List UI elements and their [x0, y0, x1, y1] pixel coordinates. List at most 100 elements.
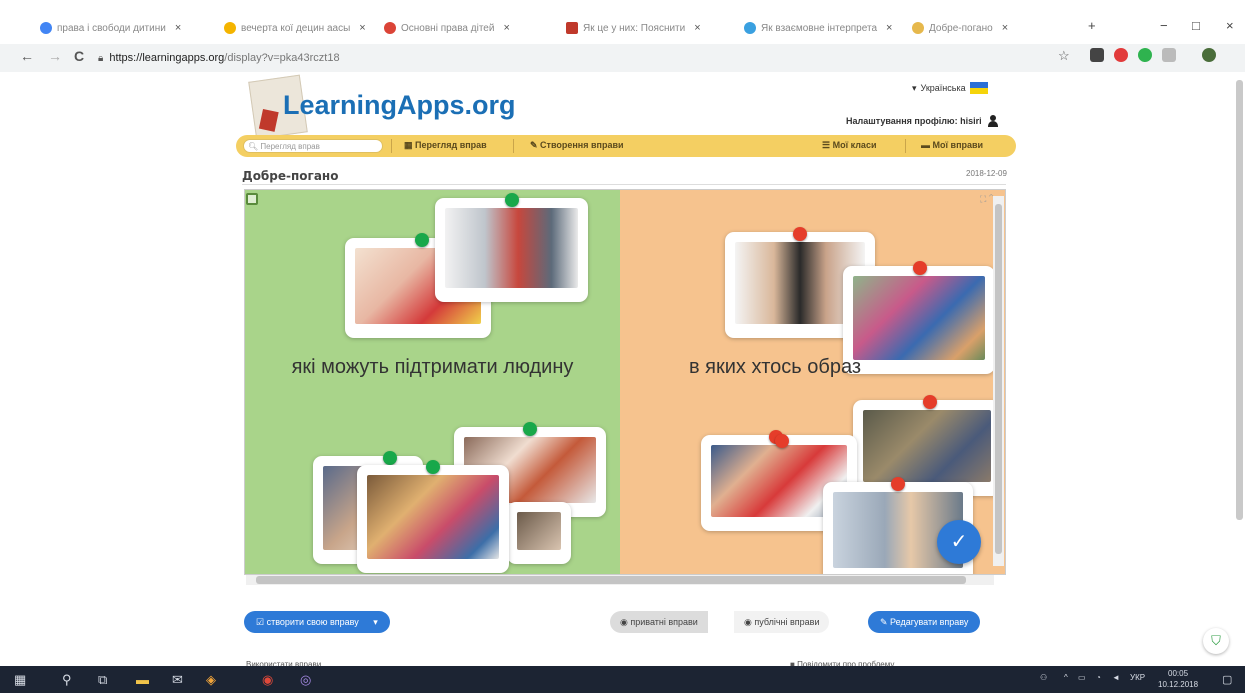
search-input[interactable]: 🔍︎ Перегляд вправ [243, 139, 383, 153]
browser-tab[interactable]: вечерта кої децин аасы × [224, 16, 372, 40]
battery-icon[interactable]: ▭ [1078, 673, 1086, 682]
viber-icon[interactable]: ◎ [300, 672, 311, 688]
shield-icon[interactable]: ⛉ [1203, 628, 1229, 654]
close-icon[interactable]: × [1002, 22, 1008, 34]
private-apps-button[interactable]: ◉ приватні вправи [610, 611, 708, 633]
photo [445, 208, 578, 288]
browser-tab[interactable]: Як це у них: Пояснити × [566, 16, 736, 40]
browser-tab[interactable]: Як взаємовне інтерпрета × [744, 16, 900, 40]
user-icon [987, 115, 998, 127]
minimize-button[interactable]: − [1160, 18, 1168, 33]
browser-tab-bar: права і свободи дитини × вечерта кої деци… [0, 0, 1245, 44]
profile-label: Налаштування профілю: hisiri [846, 116, 982, 126]
public-apps-button[interactable]: ◉ публічні вправи [734, 611, 830, 633]
browser-tab[interactable]: Основні права дітей × [384, 16, 548, 40]
url-field[interactable]: 🔒︎ https://learningapps.org/display?v=pk… [98, 48, 1098, 68]
browser-tab-active[interactable]: Добре-погано × [912, 16, 1072, 40]
check-icon: ✓ [950, 531, 968, 553]
nav-browse-apps[interactable]: ▦ Перегляд вправ [404, 140, 487, 151]
app-icon[interactable]: ◈ [206, 672, 216, 688]
site-icon [224, 22, 236, 34]
nav-label: Мої класи [832, 140, 877, 150]
nav-label: Створення вправи [540, 140, 624, 150]
forward-button[interactable]: → [48, 48, 62, 64]
button-label: створити свою вправу [266, 617, 359, 627]
photo [517, 512, 561, 550]
pin [923, 395, 937, 409]
button-label: Редагувати вправу [890, 617, 969, 627]
extension-icon[interactable] [1114, 48, 1128, 62]
profile-avatar[interactable] [1202, 48, 1216, 62]
image-card[interactable] [507, 502, 571, 564]
system-clock[interactable]: 00:05 10.12.2018 [1158, 668, 1198, 690]
help-icon[interactable] [246, 193, 258, 205]
tab-label: вечерта кої децин аасы [241, 22, 351, 34]
mail-icon[interactable]: ✉ [172, 672, 183, 688]
photo [367, 475, 499, 559]
edit-app-button[interactable]: ✎ Редагувати вправу [868, 611, 981, 633]
search-placeholder: Перегляд вправ [260, 142, 320, 151]
reload-button[interactable]: C [74, 48, 84, 64]
browser-tab[interactable]: права і свободи дитини × [40, 16, 188, 40]
chrome-icon[interactable]: ◉ [262, 672, 273, 688]
image-card[interactable] [357, 465, 509, 573]
pin [913, 261, 927, 275]
site-icon [384, 22, 396, 34]
nav-my-apps[interactable]: ▬ Мої вправи [921, 140, 983, 150]
nav-create-app[interactable]: ✎ Створення вправи [530, 140, 624, 151]
maximize-button[interactable]: □ [1192, 18, 1200, 33]
input-language[interactable]: УКР [1130, 673, 1145, 682]
chevron-down-icon: ▾ [373, 617, 378, 627]
close-window-button[interactable]: × [1226, 18, 1234, 33]
category-left-caption: які можуть підтримати людину [291, 356, 574, 378]
extension-icon[interactable] [1138, 48, 1152, 62]
url-path: /display?v=pka43rczt18 [224, 52, 340, 64]
scrollbar-thumb[interactable] [995, 204, 1002, 554]
back-button[interactable]: ← [20, 48, 34, 64]
site-icon [744, 22, 756, 34]
create-own-app-button[interactable]: ☑ створити свою вправу ▾ [244, 611, 390, 633]
file-explorer-icon[interactable]: ▬ [136, 672, 149, 687]
bookmark-star-icon[interactable]: ☆ [1058, 48, 1070, 64]
pencil-icon: ✎ [880, 617, 891, 627]
scrollbar-thumb[interactable] [256, 576, 966, 584]
image-card[interactable] [435, 198, 588, 302]
new-tab-button[interactable]: + [1088, 18, 1096, 33]
check-answers-button[interactable]: ✓ [937, 520, 981, 564]
volume-icon[interactable]: ◄ [1112, 673, 1120, 682]
chevron-down-icon: ▾ [912, 82, 917, 93]
close-icon[interactable]: × [175, 22, 181, 34]
task-view-icon[interactable]: ⧉ [98, 672, 107, 688]
clock-time: 00:05 [1168, 669, 1189, 678]
close-icon[interactable]: × [503, 22, 509, 34]
pin [775, 434, 789, 448]
edit-icon: ☑ [256, 617, 267, 627]
pin [891, 477, 905, 491]
nav-label: Перегляд вправ [415, 140, 487, 150]
profile-settings-link[interactable]: Налаштування профілю: hisiri [846, 115, 998, 127]
fullscreen-icon[interactable]: ⛶ ⌃ [980, 194, 994, 205]
lock-icon: 🔒︎ [98, 52, 104, 64]
tab-label: Як взаємовне інтерпрета [761, 22, 878, 34]
close-icon[interactable]: × [886, 22, 892, 34]
close-icon[interactable]: × [694, 22, 700, 34]
search-icon: 🔍︎ [248, 142, 259, 151]
extension-icon[interactable] [1162, 48, 1176, 62]
people-icon[interactable]: ⚇ [1040, 673, 1047, 682]
site-logo[interactable]: LearningApps.org [283, 90, 516, 121]
extension-icon[interactable] [1090, 48, 1104, 62]
network-icon[interactable]: ◔ [1096, 673, 1101, 682]
windows-start-icon[interactable]: ▦ [14, 672, 26, 688]
search-icon[interactable]: ⚲ [62, 672, 72, 688]
google-icon [40, 22, 52, 34]
page-scrollbar[interactable] [1236, 80, 1243, 520]
language-selector[interactable]: ▾ Українська [912, 82, 988, 94]
url-host: https://learningapps.org [109, 52, 225, 64]
page-title: Добре-погано [242, 169, 339, 183]
clock-date: 10.12.2018 [1158, 680, 1199, 689]
eye-icon: ◉ [744, 617, 755, 627]
nav-my-classes[interactable]: ☰ Мої класи [822, 140, 876, 151]
notifications-icon[interactable]: ▢ [1222, 673, 1232, 686]
tray-chevron-icon[interactable]: ^ [1064, 673, 1068, 682]
close-icon[interactable]: × [359, 22, 365, 34]
